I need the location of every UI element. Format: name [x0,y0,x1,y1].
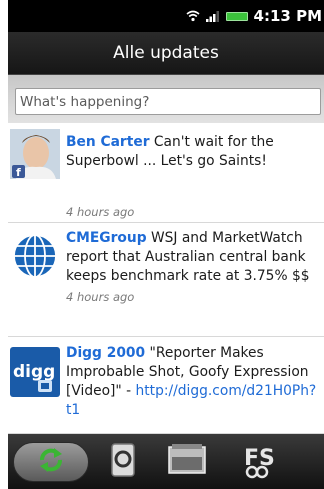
title-bar: Alle updates [8,32,324,75]
compose-area [8,75,324,123]
post-message: CMEGroup WSJ and MarketWatch report that… [66,229,318,286]
svg-text:digg: digg [13,362,55,382]
friendstream-icon: FS [240,441,275,483]
battery-icon [225,11,248,21]
post-message: Digg 2000 "Reporter Makes Improbable Sho… [66,344,318,420]
tab-friendstream[interactable]: FS [222,434,292,489]
post-author[interactable]: Digg 2000 [66,345,145,361]
post-time: 4 hours ago [66,290,135,304]
post-message: Ben Carter Can't wait for the Superbowl … [66,133,318,171]
svg-text:f: f [16,166,21,179]
post-time: 4 hours ago [66,205,135,219]
post-author[interactable]: CMEGroup [66,230,147,246]
status-bar: 4:13 PM [8,0,324,32]
avatar[interactable]: f [10,129,60,179]
tab-phone[interactable] [94,434,152,489]
bottom-tab-bar: FS [8,434,324,489]
phone-screen: 4:13 PM Alle updates f Ben Carter Can't … [8,0,324,489]
list-item[interactable]: f Ben Carter Can't wait for the Superbow… [8,123,324,223]
signal-icon [205,7,220,26]
avatar[interactable]: digg [10,347,60,397]
status-input[interactable] [15,88,321,115]
list-item[interactable]: CMEGroup WSJ and MarketWatch report that… [8,223,324,337]
tab-refresh[interactable] [8,434,94,489]
status-time: 4:13 PM [253,7,322,25]
refresh-icon [35,444,67,480]
wifi-icon [186,7,200,26]
tab-refresh-pill[interactable] [13,441,89,482]
list-item[interactable]: digg Digg 2000 "Reporter Makes Improbabl… [8,337,324,434]
photos-icon [167,443,207,481]
tab-photos[interactable] [152,434,222,489]
phone-icon [110,442,136,482]
post-author[interactable]: Ben Carter [66,134,150,150]
page-title: Alle updates [113,43,219,63]
avatar[interactable] [10,231,60,281]
update-feed[interactable]: f Ben Carter Can't wait for the Superbow… [8,123,324,434]
